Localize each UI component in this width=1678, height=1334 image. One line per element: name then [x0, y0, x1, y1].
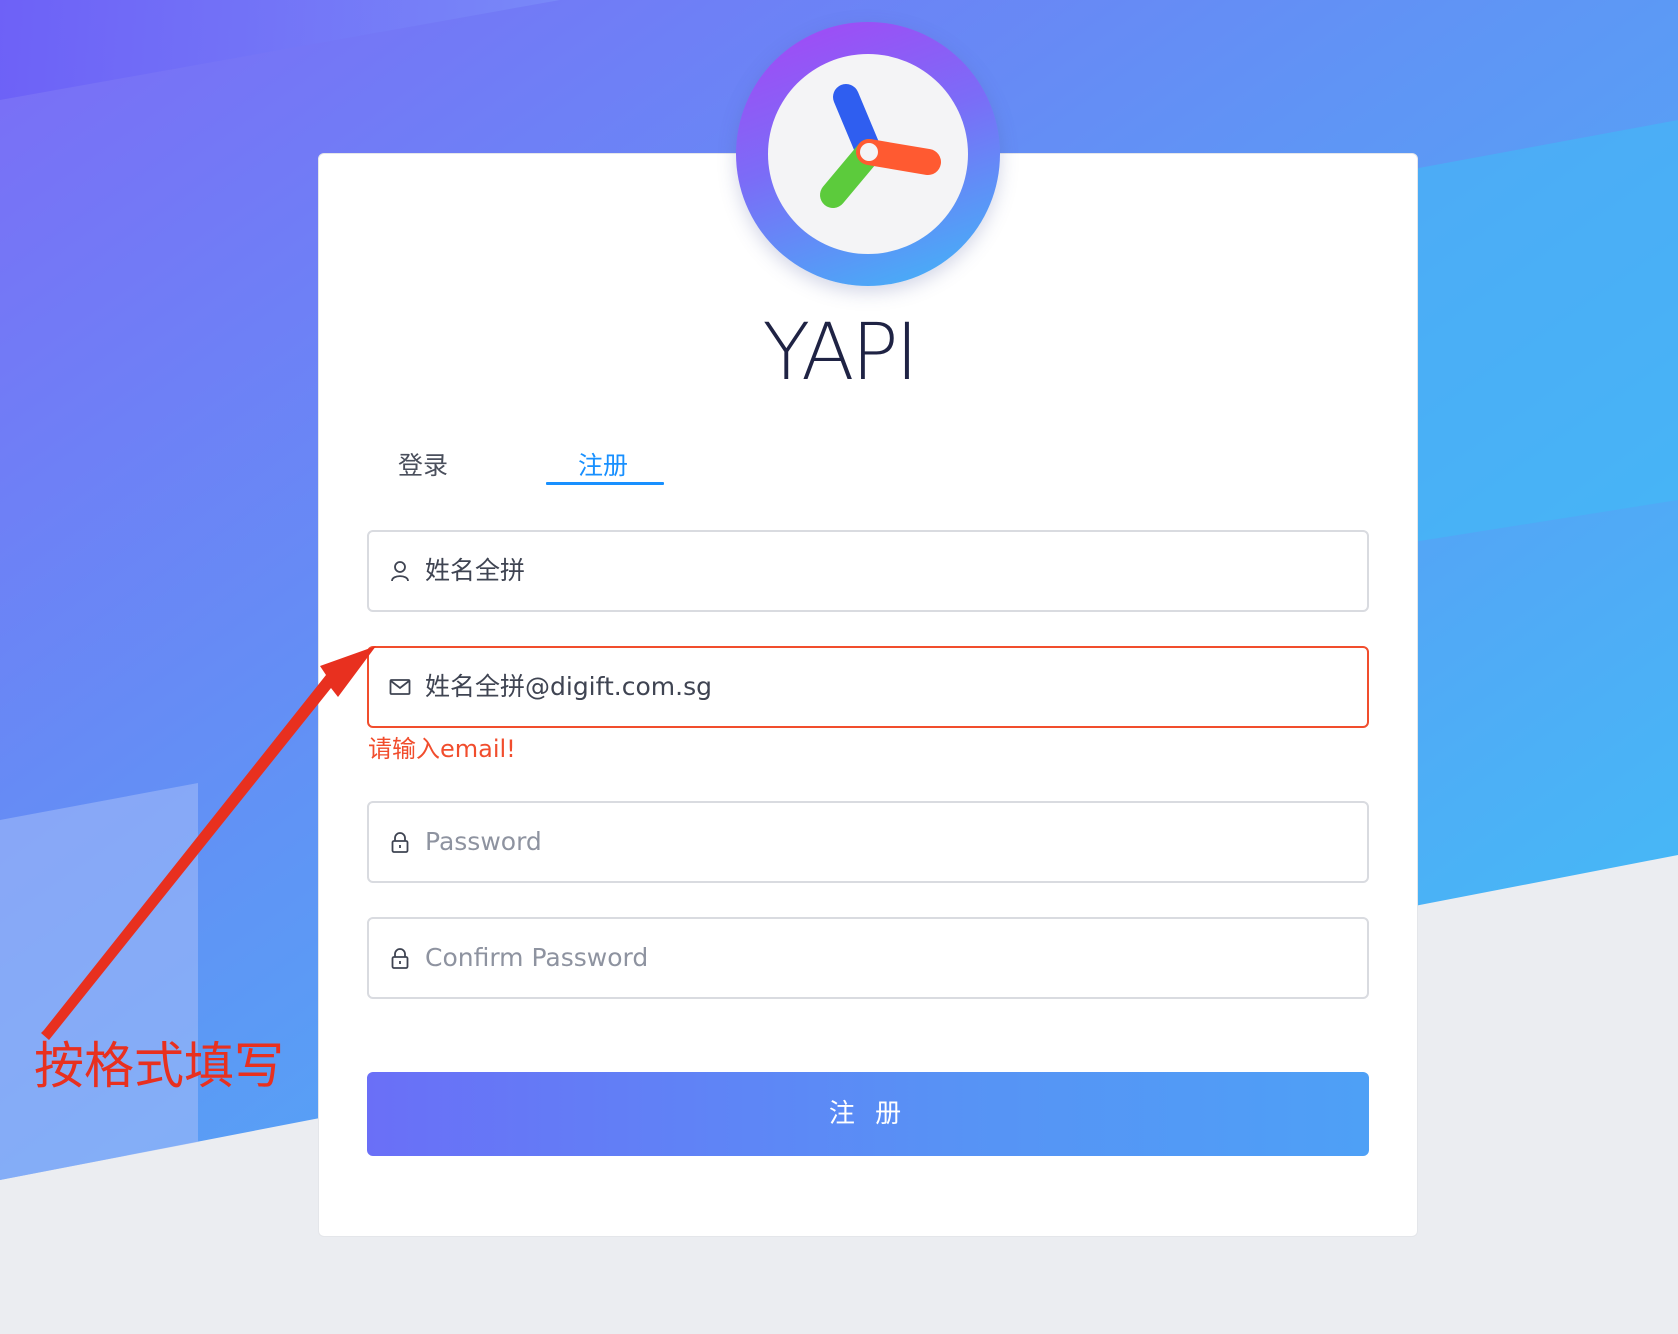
- lock-icon: [391, 948, 409, 969]
- annotation-label: 按格式填写: [34, 1037, 284, 1095]
- email-error-message: 请输入email!: [368, 735, 516, 763]
- mail-icon: [389, 679, 411, 695]
- register-submit-button[interactable]: 注 册: [367, 1072, 1369, 1156]
- password-placeholder: Password: [425, 827, 542, 856]
- username-value: 姓名全拼: [425, 556, 526, 585]
- confirm-password-field[interactable]: Confirm Password: [367, 917, 1369, 999]
- email-field[interactable]: 姓名全拼@digift.com.sg: [367, 646, 1369, 728]
- username-field[interactable]: 姓名全拼: [367, 530, 1369, 612]
- tab-register[interactable]: 注册: [578, 450, 628, 482]
- lock-icon: [391, 832, 409, 853]
- password-field[interactable]: Password: [367, 801, 1369, 883]
- confirm-password-placeholder: Confirm Password: [425, 943, 649, 972]
- active-tab-indicator: [546, 482, 664, 485]
- user-icon: [391, 561, 409, 582]
- email-value: 姓名全拼@digift.com.sg: [425, 672, 712, 701]
- tab-login[interactable]: 登录: [398, 450, 448, 482]
- page: YAPI 登录 注册 姓名全拼 姓名全拼@digift.com.sg 请输入em…: [0, 0, 1678, 1334]
- brand-title: YAPI: [762, 308, 919, 398]
- logo-face: [768, 54, 968, 254]
- clock-hands-icon: [820, 84, 941, 208]
- yapi-logo: [736, 22, 1000, 286]
